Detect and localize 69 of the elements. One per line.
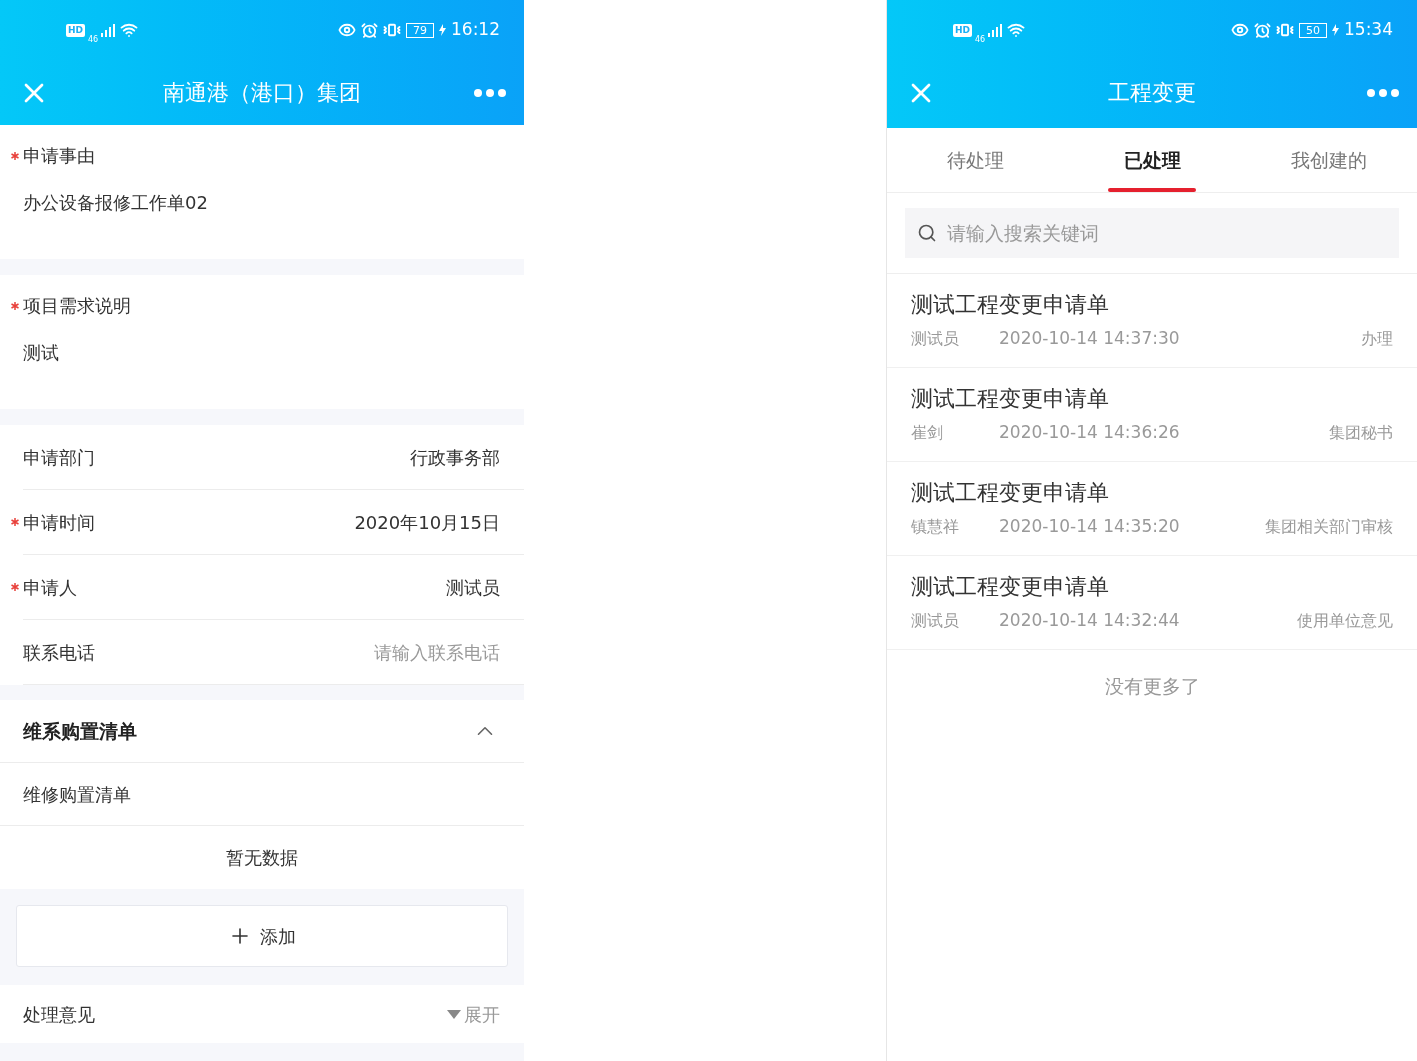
item-time: 2020-10-14 14:37:30: [999, 327, 1180, 350]
add-button[interactable]: 添加: [16, 905, 508, 967]
signal-icon: [101, 23, 116, 37]
vibrate-icon: [1276, 21, 1294, 39]
status-time: 15:34: [1344, 18, 1393, 42]
list-subtitle: 维修购置清单: [23, 782, 131, 807]
page-title: 南通港（港口）集团: [163, 79, 361, 107]
field-label: 处理意见: [23, 1002, 95, 1027]
status-time: 16:12: [451, 18, 500, 42]
item-person: 测试员: [911, 609, 960, 632]
item-person: 测试员: [911, 327, 960, 350]
field-value: 测试员: [446, 575, 500, 600]
item-status: 使用单位意见: [1297, 609, 1393, 632]
wifi-icon: [120, 21, 139, 39]
alarm-icon: [1254, 21, 1271, 39]
network-type: 46: [975, 36, 986, 44]
search-icon: [917, 223, 937, 243]
field-label: 项目需求说明: [23, 295, 131, 316]
hd-badge: HD: [66, 23, 85, 37]
battery-indicator: 50: [1299, 22, 1327, 38]
field-value: 办公设备报修工作单02: [22, 191, 209, 215]
alarm-icon: [361, 21, 378, 39]
network-type: 46: [88, 36, 99, 44]
item-title: 测试工程变更申请单: [911, 385, 1110, 413]
more-icon[interactable]: [474, 88, 506, 97]
field-value: 测试: [22, 341, 60, 365]
field-value: 行政事务部: [410, 445, 500, 470]
item-person: 镇慧祥: [911, 515, 960, 538]
field-label: 申请时间: [23, 510, 95, 535]
tab[interactable]: 待处理: [887, 128, 1064, 192]
item-title: 测试工程变更申请单: [911, 291, 1110, 319]
item-title: 测试工程变更申请单: [911, 479, 1110, 507]
item-time: 2020-10-14 14:36:26: [999, 421, 1180, 444]
vibrate-icon: [383, 21, 401, 39]
search-field[interactable]: 请输入搜索关键词: [905, 208, 1399, 258]
field-label: 申请事由: [23, 145, 95, 166]
item-time: 2020-10-14 14:32:44: [999, 609, 1180, 632]
no-more-text: 没有更多了: [1103, 674, 1201, 699]
wifi-icon: [1007, 21, 1026, 39]
charging-icon: [439, 24, 446, 36]
field-label: 申请人: [23, 575, 77, 600]
list-item[interactable]: 测试工程变更申请单 测试员 2020-10-14 14:32:44 使用单位意见: [887, 556, 1417, 650]
item-time: 2020-10-14 14:35:20: [999, 515, 1180, 538]
page-title: 工程变更: [1108, 79, 1196, 107]
field-label: 联系电话: [23, 640, 95, 665]
section-title: 维系购置清单: [23, 718, 137, 744]
empty-text: 暂无数据: [226, 846, 298, 870]
field-label: 申请部门: [23, 445, 95, 470]
charging-icon: [1332, 24, 1339, 36]
phone-input[interactable]: 请输入联系电话: [280, 638, 500, 666]
list-item[interactable]: 测试工程变更申请单 测试员 2020-10-14 14:37:30 办理: [887, 274, 1417, 368]
hd-badge: HD: [953, 23, 972, 37]
tab[interactable]: 已处理: [1063, 128, 1241, 192]
signal-icon: [988, 23, 1003, 37]
item-status: 集团相关部门审核: [1265, 515, 1393, 538]
search-input[interactable]: 请输入搜索关键词: [947, 218, 1387, 248]
triangle-icon: [447, 1009, 461, 1019]
eye-icon: [338, 21, 356, 39]
item-status: 集团秘书: [1329, 421, 1393, 444]
tab[interactable]: 我创建的: [1240, 128, 1417, 192]
battery-indicator: 79: [406, 22, 434, 38]
list-item[interactable]: 测试工程变更申请单 崔剑 2020-10-14 14:36:26 集团秘书: [887, 368, 1417, 462]
list-item[interactable]: 测试工程变更申请单 镇慧祥 2020-10-14 14:35:20 集团相关部门审核: [887, 462, 1417, 556]
field-value: 2020年10月15日: [354, 510, 500, 535]
item-person: 崔剑: [911, 421, 944, 444]
more-icon[interactable]: [1367, 88, 1399, 97]
eye-icon: [1231, 21, 1249, 39]
item-status: 办理: [1361, 327, 1393, 350]
item-title: 测试工程变更申请单: [911, 573, 1110, 601]
